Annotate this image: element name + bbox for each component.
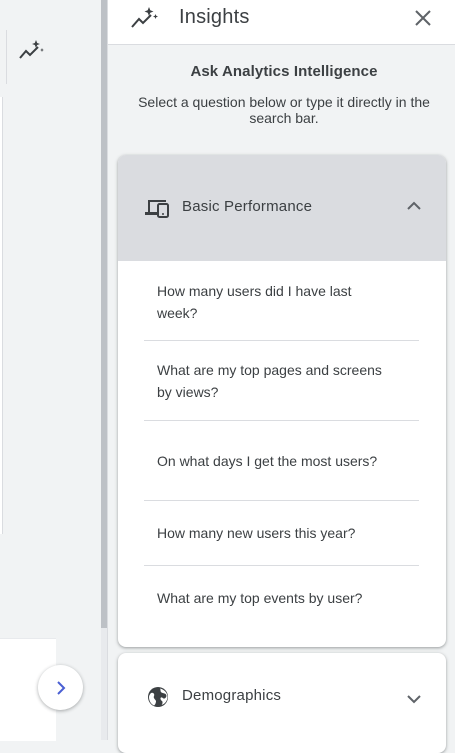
question-item[interactable]: How many new users this year? (144, 501, 419, 566)
close-icon[interactable] (412, 7, 434, 29)
question-item[interactable]: What are my top pages and screens by vie… (144, 341, 419, 421)
background-app-area (0, 0, 101, 741)
intro-title: Ask Analytics Intelligence (190, 63, 378, 80)
question-item[interactable]: What are my top events by user? (144, 566, 419, 630)
chevron-down-icon (407, 695, 421, 704)
insights-panel: Insights Ask Analytics Intelligence Sele… (107, 0, 455, 753)
question-item[interactable]: On what days I get the most users? (144, 421, 419, 501)
question-list: How many users did I have last week? Wha… (144, 261, 419, 630)
chevron-up-icon (407, 201, 421, 210)
intro-text: Select a question below or type it direc… (138, 94, 430, 126)
insights-sparkle-icon (131, 7, 158, 28)
section-card-basic-performance: Basic Performance How many users did I h… (118, 155, 446, 647)
panel-header: Insights (108, 0, 455, 45)
question-item[interactable]: How many users did I have last week? (144, 261, 419, 341)
section-header-demographics[interactable]: Demographics (118, 653, 446, 753)
content-panel-edge (0, 97, 3, 534)
globe-icon (148, 687, 168, 707)
chevron-right-icon (56, 680, 65, 695)
panel-title: Insights (179, 6, 250, 28)
toolbar-divider (6, 30, 7, 84)
insights-sparkle-icon[interactable] (18, 38, 44, 62)
next-button[interactable] (38, 665, 83, 710)
devices-icon (145, 200, 169, 218)
section-label: Basic Performance (182, 198, 313, 215)
section-header-basic-performance[interactable]: Basic Performance (118, 155, 446, 261)
section-label: Demographics (182, 687, 282, 704)
